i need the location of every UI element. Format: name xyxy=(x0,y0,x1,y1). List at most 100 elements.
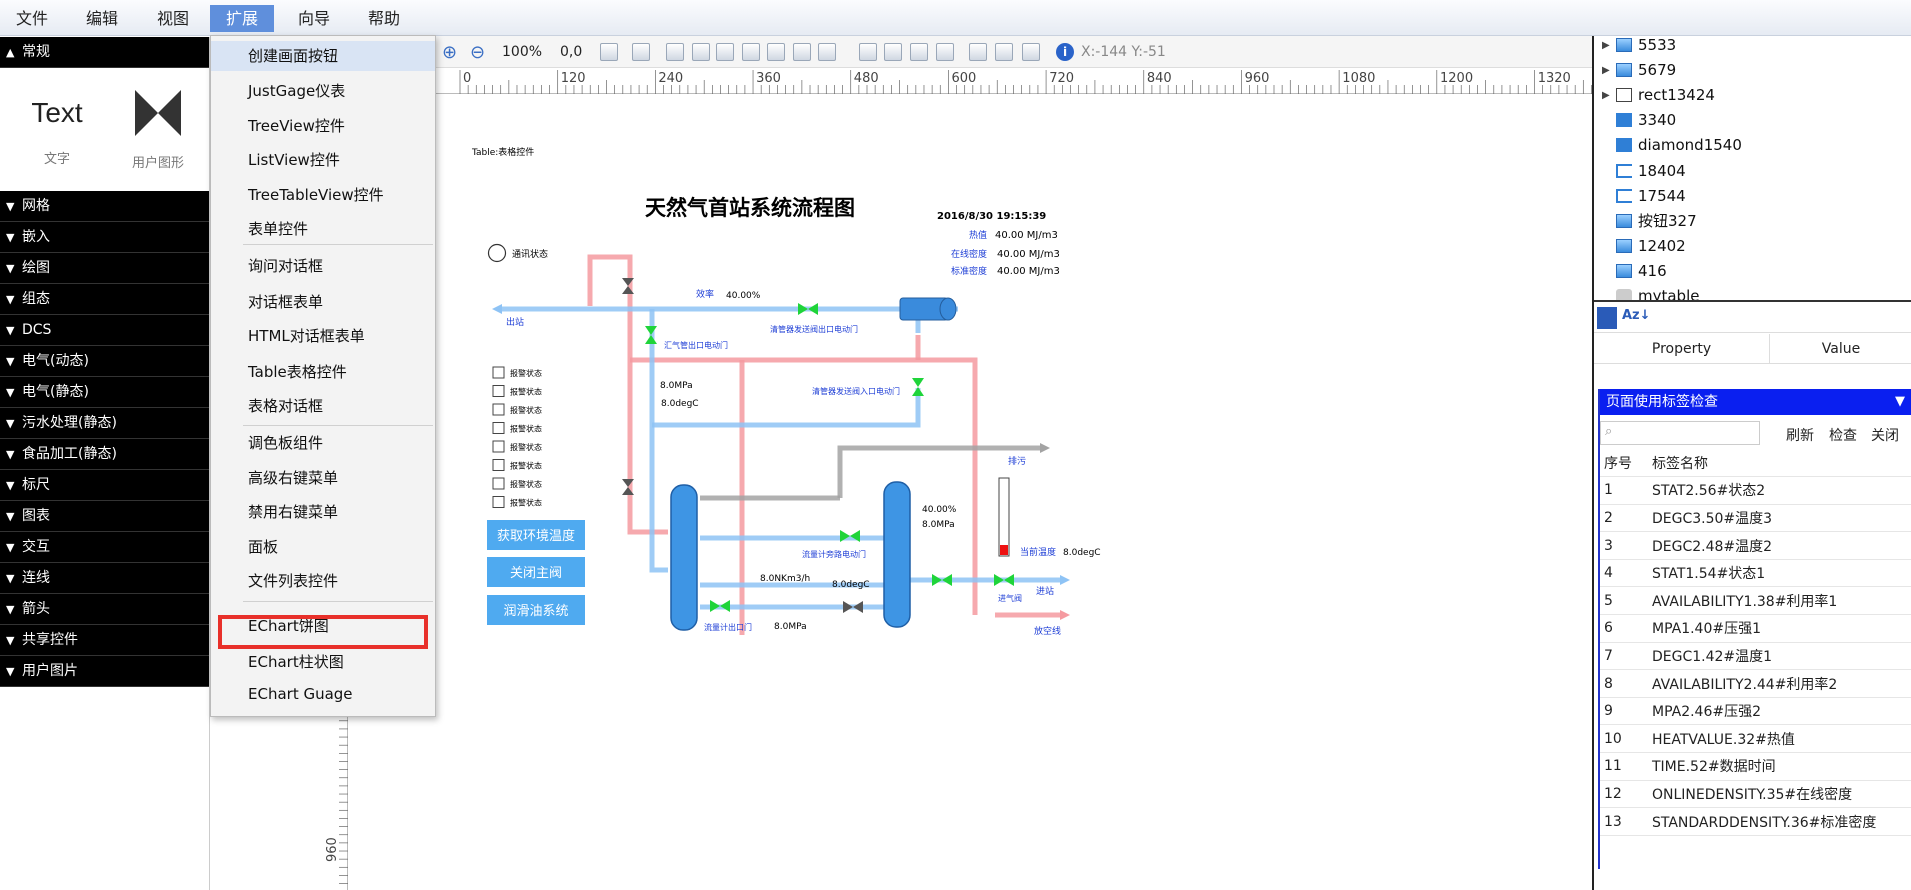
alarm-checkbox[interactable] xyxy=(492,366,505,379)
tree-node[interactable]: diamond1540 xyxy=(1594,133,1742,158)
section-header[interactable]: ▼ 食品加工(静态) xyxy=(0,439,209,470)
menu-item[interactable]: 调色板组件 xyxy=(211,428,435,458)
table-row[interactable]: 13 STANDARDDENSITY.36#标准密度 xyxy=(1600,807,1911,836)
valve-icon[interactable] xyxy=(843,601,863,613)
menu-item[interactable]: 编辑 xyxy=(70,5,134,32)
table-row[interactable]: 7 DEGC1.42#温度1 xyxy=(1600,642,1911,671)
refresh-button[interactable]: 刷新 xyxy=(1786,425,1814,445)
drawing-canvas[interactable]: Table:表格控件 天然气首站系统流程图 2016/8/30 19:15:39… xyxy=(348,95,1592,890)
alarm-checkbox[interactable] xyxy=(492,440,505,453)
tree-node[interactable]: ▶ 5533 xyxy=(1594,36,1676,58)
zoom-out-icon[interactable]: ⊖ xyxy=(470,42,485,63)
check-button[interactable]: 检查 xyxy=(1829,425,1857,445)
menu-item[interactable]: 表单控件 xyxy=(211,214,435,244)
toolbar-tool-icon[interactable] xyxy=(692,43,710,61)
alarm-checkbox[interactable] xyxy=(492,477,505,490)
table-row[interactable]: 10 HEATVALUE.32#热值 xyxy=(1600,724,1911,754)
expand-arrow-icon[interactable]: ▶ xyxy=(1602,83,1610,108)
table-row[interactable]: 5 AVAILABILITY1.38#利用率1 xyxy=(1600,586,1911,616)
section-header[interactable]: ▼ 污水处理(静态) xyxy=(0,408,209,439)
tree-node[interactable]: 416 xyxy=(1594,259,1667,284)
section-header[interactable]: ▼ DCS xyxy=(0,315,209,346)
menu-item[interactable]: 禁用右键菜单 xyxy=(211,497,435,527)
tag-search-input[interactable]: ⌕ xyxy=(1600,421,1760,445)
menu-item[interactable]: 对话框表单 xyxy=(211,287,435,317)
zoom-in-icon[interactable]: ⊕ xyxy=(442,42,457,63)
menu-item[interactable]: 文件 xyxy=(0,5,64,32)
section-header[interactable]: ▼ 电气(静态) xyxy=(0,377,209,408)
menu-item[interactable]: 面板 xyxy=(211,532,435,562)
table-row[interactable]: 6 MPA1.40#压强1 xyxy=(1600,614,1911,643)
section-header[interactable]: ▼ 共享控件 xyxy=(0,625,209,656)
section-header[interactable]: ▼ 组态 xyxy=(0,284,209,315)
menu-item[interactable]: 创建画面按钮 xyxy=(211,41,435,71)
separator-vessel-left[interactable] xyxy=(670,484,698,631)
separator-vessel-right[interactable] xyxy=(883,481,911,628)
valve-icon[interactable] xyxy=(645,326,657,344)
menu-item[interactable]: 高级右键菜单 xyxy=(211,463,435,493)
section-header[interactable]: ▼ 标尺 xyxy=(0,470,209,501)
valve-icon[interactable] xyxy=(710,600,730,612)
toolbar-tool-icon[interactable] xyxy=(767,43,785,61)
toolbar-tool-icon[interactable] xyxy=(969,43,987,61)
tree-node[interactable]: 17544 xyxy=(1594,184,1686,209)
tree-node[interactable]: ▶ 5679 xyxy=(1594,58,1676,83)
table-row[interactable]: 3 DEGC2.48#温度2 xyxy=(1600,531,1911,560)
menu-item[interactable]: HTML对话框表单 xyxy=(211,321,435,351)
tree-node[interactable]: mytable xyxy=(1594,284,1699,300)
toolbar-tool-icon[interactable] xyxy=(742,43,760,61)
toolbar-tool-icon[interactable] xyxy=(793,43,811,61)
tree-node[interactable]: 18404 xyxy=(1594,159,1686,184)
valve-icon[interactable] xyxy=(798,303,818,315)
toolbar-tool-icon[interactable] xyxy=(1022,43,1040,61)
toolbar-tool-icon[interactable] xyxy=(859,43,877,61)
table-row[interactable]: 2 DEGC3.50#温度3 xyxy=(1600,504,1911,533)
alarm-checkbox[interactable] xyxy=(492,496,505,508)
toolbar-tool-icon[interactable] xyxy=(666,43,684,61)
section-header[interactable]: ▼ 箭头 xyxy=(0,594,209,625)
toolbar-tool-icon[interactable] xyxy=(936,43,954,61)
table-row[interactable]: 8 AVAILABILITY2.44#利用率2 xyxy=(1600,669,1911,698)
alarm-checkbox[interactable] xyxy=(492,459,505,471)
menu-item[interactable]: 视图 xyxy=(141,5,205,32)
tree-node[interactable]: ▶ rect13424 xyxy=(1594,83,1715,108)
section-header[interactable]: ▼ 图表 xyxy=(0,501,209,532)
toolbar-tool-icon[interactable] xyxy=(818,43,836,61)
section-header[interactable]: ▼ 连线 xyxy=(0,563,209,594)
tree-node[interactable]: 3340 xyxy=(1594,108,1676,133)
toolbar-tool-icon[interactable] xyxy=(632,43,650,61)
toolbar-tool-icon[interactable] xyxy=(600,43,618,61)
text-shape[interactable]: Text 文字 xyxy=(22,88,92,167)
menu-item[interactable]: 帮助 xyxy=(352,5,416,32)
table-row[interactable]: 12 ONLINEDENSITY.35#在线密度 xyxy=(1600,780,1911,809)
menu-item[interactable]: EChart柱状图 xyxy=(211,647,435,677)
menu-item[interactable]: TreeTableView控件 xyxy=(211,180,435,210)
alarm-checkbox[interactable] xyxy=(492,422,505,434)
menu-item[interactable]: 询问对话框 xyxy=(211,251,435,281)
expand-arrow-icon[interactable]: ▶ xyxy=(1602,58,1610,83)
table-row[interactable]: 1 STAT2.56#状态2 xyxy=(1600,476,1911,505)
toolbar-tool-icon[interactable] xyxy=(716,43,734,61)
section-header[interactable]: ▼ 用户图片 xyxy=(0,656,209,687)
table-row[interactable]: 11 TIME.52#数据时间 xyxy=(1600,752,1911,781)
menu-item[interactable]: 扩展 xyxy=(210,5,275,32)
tree-node[interactable]: 按钮327 xyxy=(1594,209,1697,234)
valve-icon[interactable] xyxy=(912,378,924,396)
alarm-checkbox[interactable] xyxy=(492,385,505,397)
menu-item[interactable]: 文件列表控件 xyxy=(211,566,435,596)
section-header[interactable]: ▼ 电气(动态) xyxy=(0,346,209,377)
section-header[interactable]: ▼ 网格 xyxy=(0,191,209,222)
menu-item[interactable]: 向导 xyxy=(282,5,346,32)
toolbar-tool-icon[interactable] xyxy=(910,43,928,61)
info-icon[interactable]: i xyxy=(1056,43,1074,61)
sort-az-icon[interactable]: Az↓ xyxy=(1622,308,1651,323)
menu-item[interactable]: TreeView控件 xyxy=(211,111,435,141)
valve-icon[interactable] xyxy=(932,574,952,586)
expand-arrow-icon[interactable]: ▶ xyxy=(1602,36,1610,58)
tree-node[interactable]: 12402 xyxy=(1594,234,1686,259)
section-header[interactable]: ▼ 交互 xyxy=(0,532,209,563)
close-button[interactable]: 关闭 xyxy=(1871,425,1899,445)
section-header[interactable]: ▼ 绘图 xyxy=(0,253,209,284)
toolbar-tool-icon[interactable] xyxy=(884,43,902,61)
categorized-icon[interactable] xyxy=(1597,307,1617,329)
